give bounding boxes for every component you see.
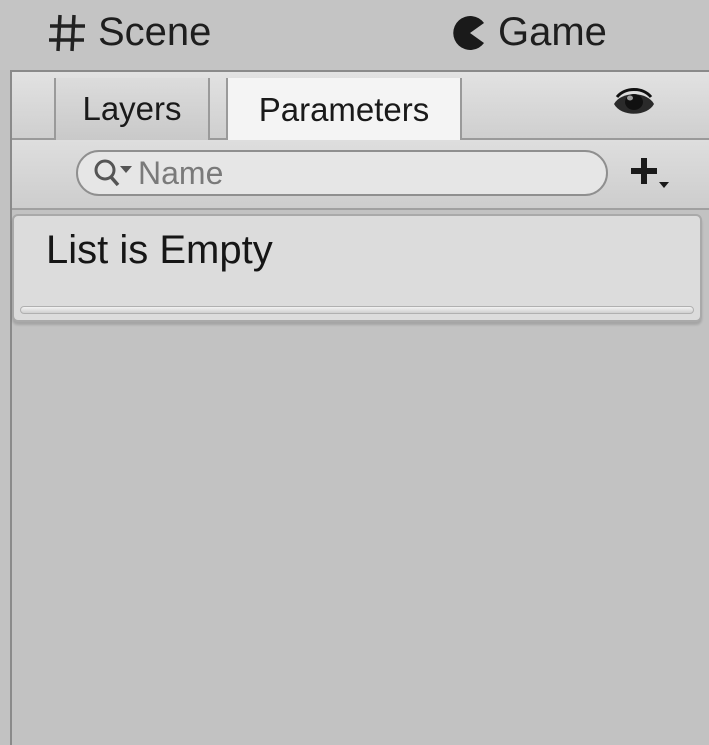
window-tab-game-label: Game <box>498 10 607 54</box>
window-tab-bar: Scene Game <box>0 0 709 70</box>
tab-layers-label: Layers <box>82 90 182 127</box>
grid-hash-icon <box>46 12 88 54</box>
add-parameter-button[interactable] <box>624 152 674 200</box>
tab-parameters[interactable]: Parameters <box>226 78 462 142</box>
window-tab-scene-label: Scene <box>98 10 212 54</box>
panel-toolbar: Layers Parameters <box>12 72 709 142</box>
pacman-icon <box>448 13 488 53</box>
search-icon[interactable] <box>92 155 136 191</box>
plus-dropdown-icon <box>627 154 671 199</box>
search-field[interactable] <box>76 150 608 196</box>
parameters-panel: Layers Parameters Name List is Empty <box>10 70 709 745</box>
animator-window: Scene Game Layers Parameters Name List i… <box>0 0 709 745</box>
window-tab-scene[interactable]: Scene <box>46 10 211 55</box>
tab-parameters-label: Parameters <box>258 91 430 128</box>
list-footer-bar <box>20 306 694 314</box>
list-empty-message: List is Empty <box>46 228 273 272</box>
tab-layers[interactable]: Layers <box>54 78 210 140</box>
parameter-list: List is Empty <box>12 214 702 322</box>
eye-icon <box>611 87 657 126</box>
search-row <box>12 140 709 210</box>
window-tab-game[interactable]: Game <box>448 10 607 55</box>
visibility-toggle-button[interactable] <box>611 86 657 126</box>
search-input[interactable] <box>138 154 578 192</box>
